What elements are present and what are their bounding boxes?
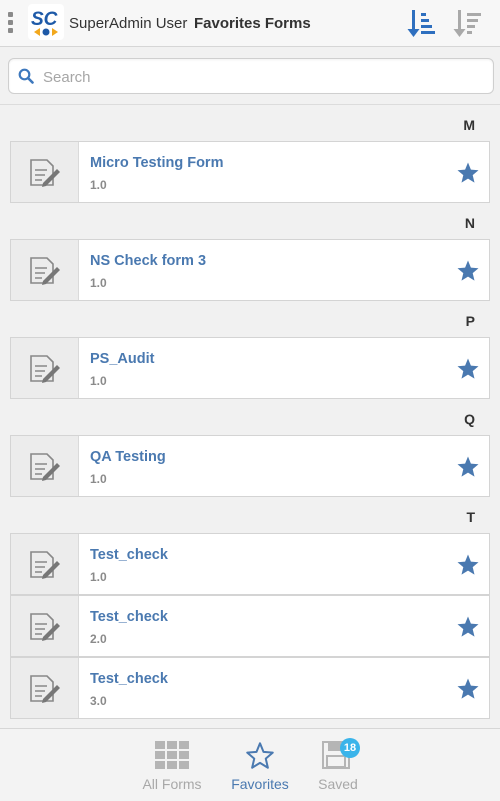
tab-saved[interactable]: Saved [305,729,371,801]
favorite-star-icon[interactable] [456,615,480,639]
favorite-star-icon[interactable] [456,553,480,577]
overflow-menu-icon[interactable] [8,12,14,34]
form-version: 1.0 [90,276,107,290]
form-row[interactable]: QA Testing 1.0 [10,435,490,497]
favorite-star-icon[interactable] [456,357,480,381]
section-header-p: P [465,313,475,329]
bottom-nav: All Forms Favorites Saved [0,728,500,801]
favorite-star-icon[interactable] [456,455,480,479]
app-logo: SC [28,4,64,40]
svg-text:SC: SC [31,9,58,30]
sort-ascending-icon[interactable] [406,7,438,39]
tab-saved-label: Saved [318,776,358,792]
form-edit-icon [30,453,60,481]
form-row[interactable]: Test_check 3.0 [10,657,490,719]
form-row[interactable]: Micro Testing Form 1.0 [10,141,490,203]
form-row[interactable]: PS_Audit 1.0 [10,337,490,399]
saved-count-badge: 18 [340,738,360,758]
form-name: Micro Testing Form [90,155,224,171]
app-header: SC SuperAdmin User Favorites Forms [0,0,500,47]
form-thumbnail [11,338,79,398]
form-name: QA Testing [90,449,166,465]
search-icon [18,68,34,84]
section-header-m: M [463,117,475,133]
section-header-t: T [466,509,475,525]
sort-descending-icon[interactable] [452,7,484,39]
form-version: 2.0 [90,632,107,646]
tab-favorites[interactable]: Favorites [220,729,300,801]
form-edit-icon [30,675,60,703]
form-thumbnail [11,240,79,300]
form-edit-icon [30,551,60,579]
form-edit-icon [30,355,60,383]
section-header-q: Q [464,411,475,427]
form-thumbnail [11,596,79,656]
grid-icon [155,741,189,769]
search-input[interactable] [41,63,485,91]
form-version: 1.0 [90,374,107,388]
form-edit-icon [30,613,60,641]
favorite-star-icon[interactable] [456,677,480,701]
divider [0,104,500,105]
form-version: 1.0 [90,178,107,192]
favorite-star-icon[interactable] [456,161,480,185]
form-row[interactable]: NS Check form 3 1.0 [10,239,490,301]
star-outline-icon [246,742,274,769]
form-thumbnail [11,658,79,718]
form-thumbnail [11,142,79,202]
form-row[interactable]: Test_check 2.0 [10,595,490,657]
user-name: SuperAdmin User [69,15,188,32]
form-version: 1.0 [90,472,107,486]
favorite-star-icon[interactable] [456,259,480,283]
search-box [8,58,494,94]
form-version: 3.0 [90,694,107,708]
tab-all-forms[interactable]: All Forms [130,729,214,801]
form-edit-icon [30,257,60,285]
form-thumbnail [11,534,79,594]
form-name: PS_Audit [90,351,155,367]
form-thumbnail [11,436,79,496]
section-header-n: N [464,215,475,231]
form-row[interactable]: Test_check 1.0 [10,533,490,595]
form-name: Test_check [90,609,168,625]
form-name: NS Check form 3 [90,253,207,269]
form-version: 1.0 [90,570,107,584]
tab-all-forms-label: All Forms [142,776,202,792]
page-title: Favorites Forms [194,15,311,32]
form-edit-icon [30,159,60,187]
tab-favorites-label: Favorites [231,776,289,792]
form-name: Test_check [90,671,168,687]
form-name: Test_check [90,547,168,563]
